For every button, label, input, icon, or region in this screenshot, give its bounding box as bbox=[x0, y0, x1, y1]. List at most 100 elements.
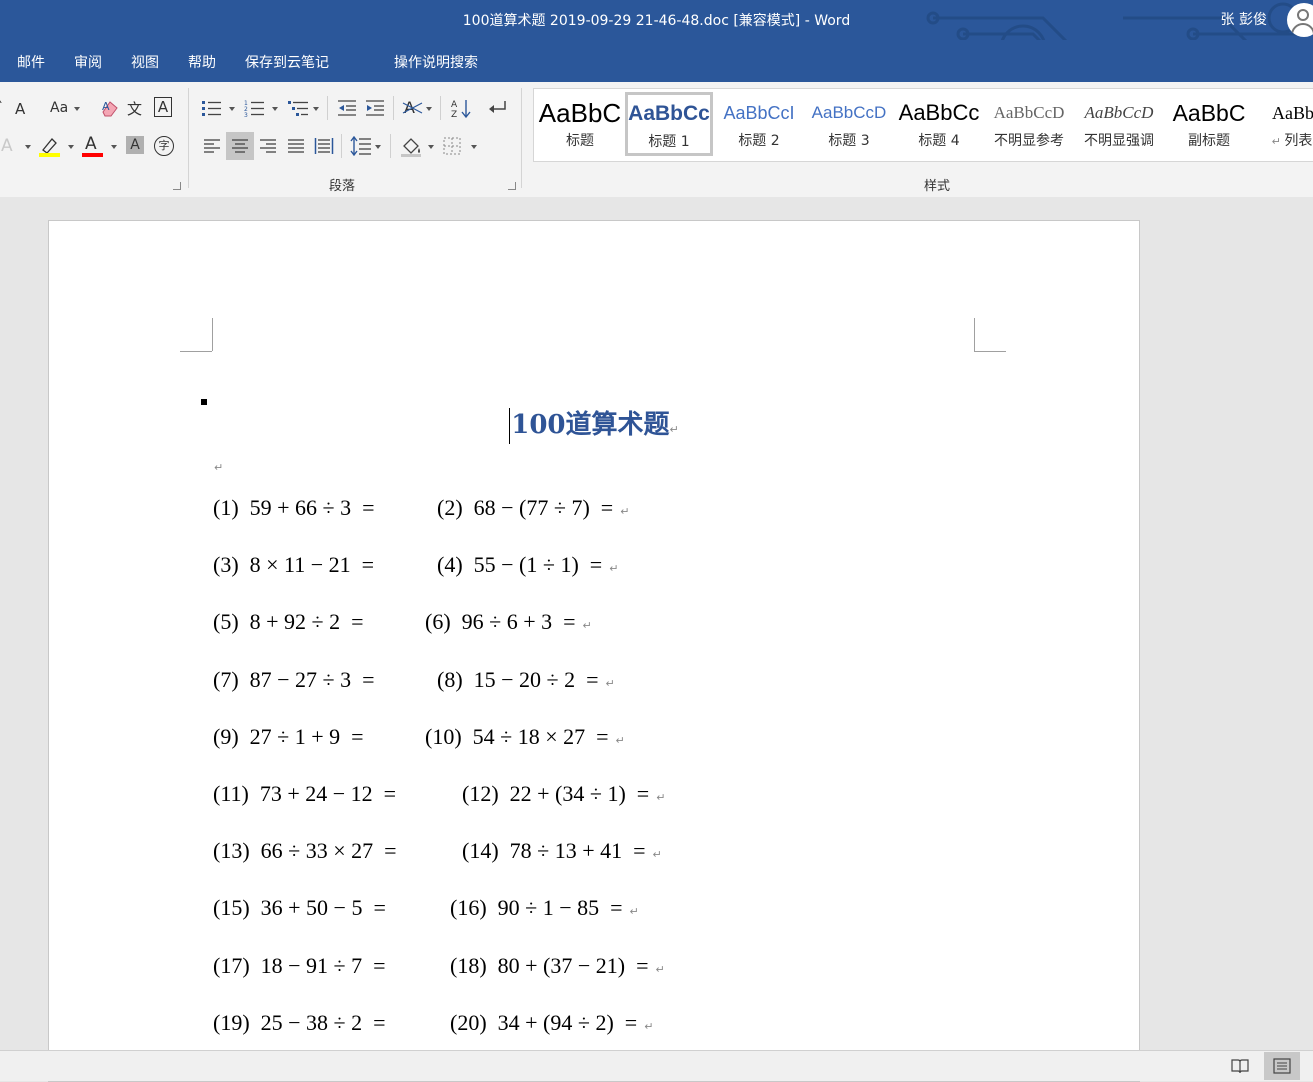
style-list-paragraph[interactable]: AaBbC ↵ 列表段 bbox=[1255, 92, 1313, 156]
borders-icon[interactable] bbox=[443, 137, 461, 155]
distributed-icon[interactable] bbox=[314, 136, 334, 156]
shading-icon[interactable] bbox=[400, 135, 422, 157]
problem-left[interactable]: (9) 27 ÷ 1 + 9 = bbox=[213, 724, 364, 750]
numbering-icon[interactable]: 123 bbox=[243, 98, 265, 118]
problem-left[interactable]: (15) 36 + 50 − 5 = bbox=[213, 895, 386, 921]
style-heading-3[interactable]: AaBbCcD 标题 3 bbox=[805, 92, 893, 156]
user-name[interactable]: 张 彭俊 bbox=[1221, 9, 1267, 29]
style-subtitle[interactable]: AaBbC 副标题 bbox=[1165, 92, 1253, 156]
tab-review[interactable]: 审阅 bbox=[74, 52, 102, 72]
style-label: 副标题 bbox=[1188, 133, 1230, 149]
enclose-char-icon[interactable]: 字 bbox=[154, 136, 174, 156]
problem-right[interactable]: (12) 22 + (34 ÷ 1) = ↵ bbox=[462, 781, 665, 807]
tab-save-to-cloud-notes[interactable]: 保存到云笔记 bbox=[245, 52, 329, 72]
justify-icon[interactable] bbox=[287, 137, 305, 155]
paragraph-mark: ↵ bbox=[575, 619, 592, 633]
borders-dropdown[interactable] bbox=[471, 145, 477, 149]
title-bar: 100道算术题 2019-09-29 21-46-48.doc [兼容模式] -… bbox=[0, 0, 1313, 72]
char-shading-icon[interactable]: A bbox=[126, 136, 144, 154]
problem-left[interactable]: (13) 66 ÷ 33 × 27 = bbox=[213, 838, 397, 864]
problem-right[interactable]: (10) 54 ÷ 18 × 27 = ↵ bbox=[425, 724, 625, 750]
align-left-icon[interactable] bbox=[203, 137, 221, 155]
highlight-dropdown[interactable] bbox=[68, 145, 74, 149]
align-right-icon[interactable] bbox=[259, 137, 277, 155]
problem-left[interactable]: (7) 87 − 27 ÷ 3 = bbox=[213, 667, 375, 693]
style-sample: AaBbC bbox=[538, 98, 622, 128]
style-heading-4[interactable]: AaBbCc 标题 4 bbox=[895, 92, 983, 156]
user-avatar-icon[interactable] bbox=[1287, 3, 1313, 37]
highlight-icon[interactable] bbox=[39, 136, 61, 157]
svg-text:A: A bbox=[451, 100, 458, 110]
decrease-indent-icon[interactable] bbox=[337, 98, 357, 118]
tab-help[interactable]: 帮助 bbox=[188, 52, 216, 72]
problem-left[interactable]: (1) 59 + 66 ÷ 3 = bbox=[213, 495, 375, 521]
tab-view[interactable]: 视图 bbox=[131, 52, 159, 72]
shading-dropdown[interactable] bbox=[428, 145, 434, 149]
line-spacing-icon[interactable] bbox=[350, 136, 372, 156]
phonetic-guide-icon[interactable]: 文 bbox=[127, 99, 142, 119]
document-page[interactable]: 100道算术题↵ ↵ (1) 59 + 66 ÷ 3 = (2) 68 − (77… bbox=[48, 220, 1140, 1082]
document-heading[interactable]: 100道算术题↵ bbox=[49, 404, 1139, 444]
style-heading-2[interactable]: AaBbCcI 标题 2 bbox=[715, 92, 803, 156]
bullets-icon[interactable] bbox=[200, 98, 222, 118]
paragraph-mark: ↵ bbox=[669, 423, 679, 436]
style-label: ↵ 列表段 bbox=[1255, 130, 1313, 150]
print-layout-button[interactable] bbox=[1264, 1052, 1300, 1080]
clear-format-icon[interactable]: A bbox=[100, 98, 120, 118]
show-marks-icon[interactable] bbox=[486, 98, 508, 118]
problem-left[interactable]: (5) 8 + 92 ÷ 2 = bbox=[213, 609, 364, 635]
problem-left[interactable]: (11) 73 + 24 − 12 = bbox=[213, 781, 396, 807]
style-sample: AaBbC bbox=[1172, 100, 1246, 126]
problem-left[interactable]: (3) 8 × 11 − 21 = bbox=[213, 552, 374, 578]
tell-me-search[interactable]: 操作说明搜索 bbox=[394, 52, 478, 72]
change-case-icon[interactable]: Aa bbox=[50, 98, 68, 118]
crop-mark bbox=[180, 350, 212, 352]
center-icon bbox=[232, 139, 248, 153]
line-spacing-dropdown[interactable] bbox=[375, 145, 381, 149]
problem-right[interactable]: (8) 15 − 20 ÷ 2 = ↵ bbox=[437, 667, 615, 693]
char-border-icon[interactable]: A bbox=[154, 97, 172, 117]
problem-right[interactable]: (4) 55 − (1 ÷ 1) = ↵ bbox=[437, 552, 618, 578]
problem-left[interactable]: (19) 25 − 38 ÷ 2 = bbox=[213, 1010, 386, 1036]
chinese-layout-icon[interactable]: A bbox=[402, 97, 424, 119]
problem-right[interactable]: (20) 34 + (94 ÷ 2) = ↵ bbox=[450, 1010, 653, 1036]
text-effect-dropdown[interactable] bbox=[25, 145, 31, 149]
font-color-icon[interactable]: A bbox=[82, 134, 104, 158]
chinese-layout-dropdown[interactable] bbox=[426, 107, 432, 111]
style-sample: AaBbCcI bbox=[723, 103, 795, 123]
numbering-dropdown[interactable] bbox=[272, 107, 278, 111]
problem-right-text: (6) 96 ÷ 6 + 3 = bbox=[425, 609, 576, 635]
problem-right[interactable]: (18) 80 + (37 − 21) = ↵ bbox=[450, 953, 665, 979]
center-button[interactable] bbox=[226, 132, 254, 160]
styles-group-label: 样式 bbox=[924, 179, 951, 194]
paragraph-dialog-launcher[interactable] bbox=[508, 182, 516, 190]
problem-right[interactable]: (6) 96 ÷ 6 + 3 = ↵ bbox=[425, 609, 592, 635]
problem-left[interactable]: (17) 18 − 91 ÷ 7 = bbox=[213, 953, 386, 979]
sort-icon[interactable]: A Z bbox=[450, 97, 472, 119]
font-dialog-launcher[interactable] bbox=[173, 182, 181, 190]
font-color-dropdown[interactable] bbox=[111, 145, 117, 149]
paragraph-mark: ↵ bbox=[637, 1019, 654, 1033]
shrink-font-button[interactable]: A bbox=[15, 99, 25, 119]
style-subtle-reference[interactable]: AaBbCcD 不明显参考 bbox=[985, 92, 1073, 156]
problem-right[interactable]: (16) 90 ÷ 1 − 85 = ↵ bbox=[450, 895, 639, 921]
paragraph-mark: ↵ bbox=[214, 461, 224, 474]
document-canvas[interactable]: 100道算术题↵ ↵ (1) 59 + 66 ÷ 3 = (2) 68 − (77… bbox=[0, 197, 1313, 1082]
style-subtle-emphasis[interactable]: AaBbCcD 不明显强调 bbox=[1075, 92, 1163, 156]
crop-mark bbox=[212, 318, 214, 351]
problem-right[interactable]: (14) 78 ÷ 13 + 41 = ↵ bbox=[462, 838, 662, 864]
increase-indent-icon[interactable] bbox=[365, 98, 385, 118]
tab-mailings[interactable]: 邮件 bbox=[17, 52, 45, 72]
grow-font-button[interactable]: ˆ bbox=[0, 98, 3, 118]
bullets-dropdown[interactable] bbox=[229, 107, 235, 111]
multilevel-dropdown[interactable] bbox=[313, 107, 319, 111]
read-mode-button[interactable] bbox=[1222, 1052, 1258, 1080]
style-heading-1[interactable]: AaBbCc 标题 1 bbox=[625, 92, 713, 156]
style-label: 不明显强调 bbox=[1084, 133, 1154, 149]
change-case-dropdown[interactable] bbox=[74, 107, 80, 111]
separator bbox=[341, 134, 342, 158]
style-title[interactable]: AaBbC 标题 bbox=[536, 92, 624, 156]
problem-right[interactable]: (2) 68 − (77 ÷ 7) = ↵ bbox=[437, 495, 629, 521]
text-effect-icon[interactable]: A bbox=[1, 136, 13, 156]
multilevel-list-icon[interactable] bbox=[287, 98, 309, 118]
